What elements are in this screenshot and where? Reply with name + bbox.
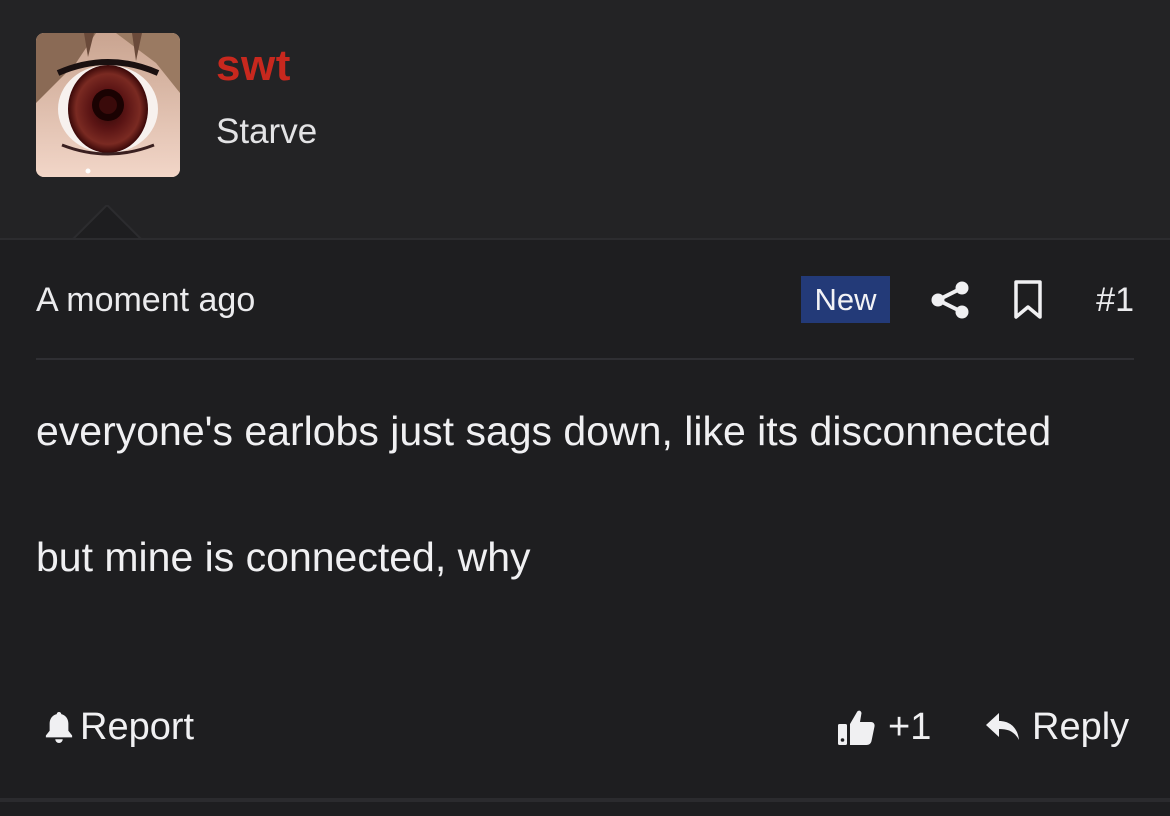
like-count: +1 bbox=[888, 706, 932, 748]
user-header: swt Starve bbox=[0, 0, 1170, 241]
reply-button[interactable]: Reply bbox=[984, 702, 1129, 752]
reply-label: Reply bbox=[1032, 706, 1130, 748]
post-number[interactable]: #1 bbox=[1092, 278, 1134, 322]
avatar[interactable] bbox=[36, 33, 180, 177]
speech-pointer bbox=[72, 205, 142, 241]
post-time[interactable]: A moment ago bbox=[36, 278, 255, 322]
post-message: everyone's earlobs just sags down, like … bbox=[36, 400, 1134, 589]
bookmark-button[interactable] bbox=[1011, 279, 1045, 321]
post-meta: A moment ago New #1 bbox=[36, 276, 1134, 326]
bottom-divider bbox=[0, 798, 1170, 802]
bell-icon bbox=[45, 712, 73, 743]
report-label: Report bbox=[80, 706, 195, 748]
thumbs-up-icon bbox=[838, 710, 875, 745]
report-button[interactable]: Report bbox=[44, 702, 194, 752]
share-button[interactable] bbox=[929, 279, 971, 321]
username[interactable]: swt bbox=[216, 40, 291, 92]
message-paragraph: but mine is connected, why bbox=[36, 534, 531, 580]
content-divider bbox=[36, 358, 1134, 360]
new-badge: New bbox=[801, 276, 890, 323]
post-page: swt Starve A moment ago New #1 everyone'… bbox=[0, 0, 1170, 816]
post-actions: Report +1 Reply bbox=[36, 702, 1134, 752]
user-title: Starve bbox=[216, 112, 318, 151]
message-paragraph: everyone's earlobs just sags down, like … bbox=[36, 408, 1052, 454]
reply-icon bbox=[986, 713, 1019, 740]
bookmark-icon bbox=[1014, 280, 1042, 319]
like-button[interactable]: +1 bbox=[836, 702, 931, 752]
share-icon bbox=[931, 281, 969, 319]
post-body: A moment ago New #1 everyone's earlobs j… bbox=[0, 240, 1170, 816]
